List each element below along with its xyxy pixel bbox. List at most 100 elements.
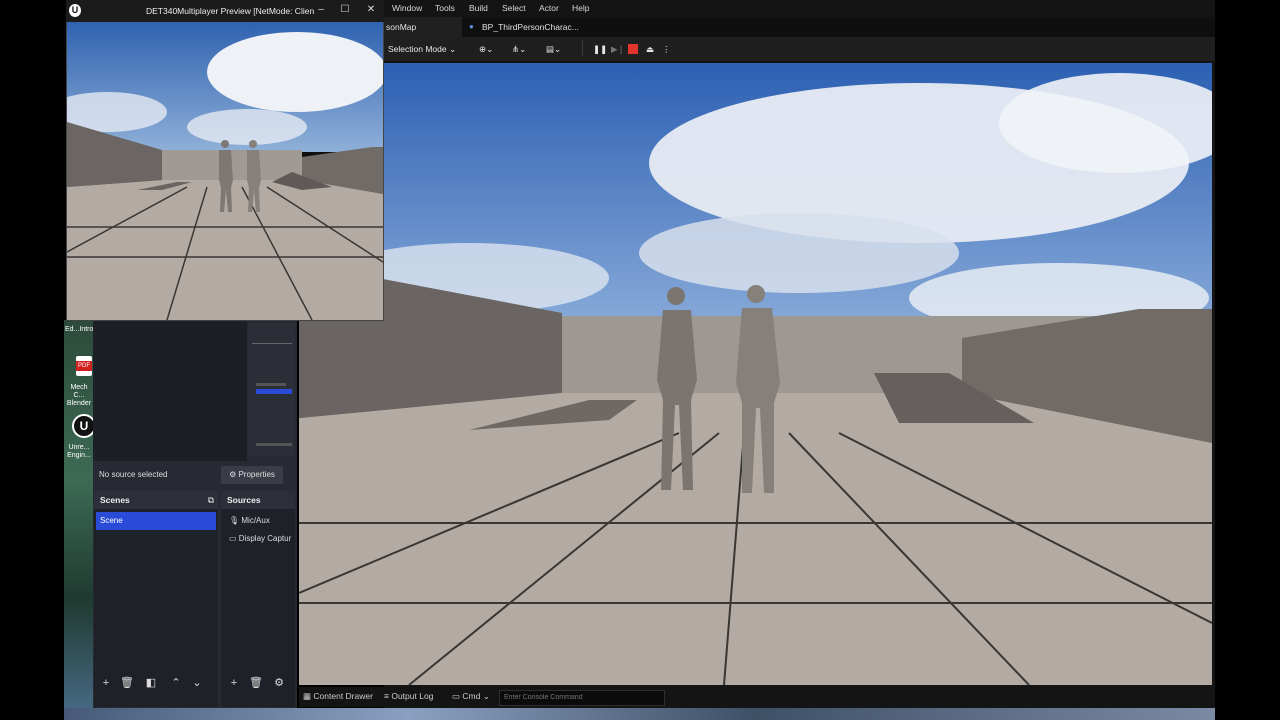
pause-icon: ❚❚ — [593, 44, 608, 54]
menu-build[interactable]: Build — [469, 3, 488, 13]
blueprint-menu-button[interactable]: ⋔⌄ — [512, 41, 536, 57]
source-label: Display Captur — [238, 534, 292, 543]
popout-icon[interactable]: ⧉ — [208, 491, 214, 509]
preview-window-title: DET340Multiplayer Preview [NetMode: Clie… — [146, 6, 315, 16]
scenes-title: Scenes — [100, 495, 130, 505]
output-log-icon: ≡ — [384, 691, 389, 701]
minimize-icon: – — [318, 4, 324, 15]
clapper-icon: ▤⌄ — [546, 44, 562, 54]
preview-viewport[interactable] — [67, 22, 383, 320]
more-options-button[interactable]: ⋮ — [662, 41, 671, 57]
content-drawer-icon: ▦ — [303, 691, 312, 701]
sources-header: Sources — [221, 491, 295, 509]
plus-icon: + — [102, 677, 110, 689]
console-command-input[interactable] — [499, 690, 665, 706]
trash-icon: 🗑 — [120, 677, 134, 689]
obs-preview-area[interactable] — [93, 321, 247, 461]
menu-window[interactable]: Window — [392, 3, 422, 13]
selection-mode-label: Selection Mode — [388, 44, 447, 54]
microphone-icon: 🎙 — [229, 516, 240, 525]
source-item[interactable]: 🎙 Mic/Aux — [221, 512, 295, 530]
pause-button[interactable]: ❚❚ — [593, 41, 608, 57]
desktop-wallpaper-strip — [64, 708, 1215, 720]
scenes-header: Scenes ⧉ — [94, 491, 218, 509]
chevron-up-icon: ⌃ — [171, 677, 181, 689]
gear-icon: ⚙ — [229, 470, 237, 479]
letterbox-right — [1215, 0, 1280, 720]
maximize-button[interactable]: ☐ — [338, 4, 352, 15]
scene-list-item[interactable]: Scene — [96, 512, 216, 530]
tab-label: BP_ThirdPersonCharac... — [482, 22, 579, 32]
menu-help[interactable]: Help — [572, 3, 589, 13]
filter-icon: ◧ — [145, 677, 157, 689]
add-source-button[interactable]: + — [227, 676, 241, 690]
thumb-line — [252, 343, 292, 344]
chevron-down-icon: ⌄ — [448, 44, 457, 54]
menu-actor[interactable]: Actor — [539, 3, 559, 13]
preview-game-view — [67, 22, 383, 320]
pdf-file-icon[interactable]: PDF — [76, 356, 92, 376]
sources-title: Sources — [227, 495, 261, 505]
terminal-icon: ▭ — [452, 691, 461, 701]
output-log-button[interactable]: ≡ Output Log — [384, 690, 433, 703]
stop-button[interactable] — [628, 44, 638, 54]
move-scene-up-button[interactable]: ⌃ — [169, 676, 183, 690]
minimize-button[interactable]: – — [314, 4, 328, 15]
source-label: Mic/Aux — [241, 516, 270, 525]
menu-select[interactable]: Select — [502, 3, 526, 13]
desktop-icon-label[interactable]: Ed...Intro — [65, 326, 93, 334]
pdf-label: PDF — [76, 361, 92, 371]
frame-skip-icon: ▶❘ — [611, 44, 625, 54]
remove-scene-button[interactable]: 🗑 — [120, 676, 134, 690]
chevron-down-icon: ⌄ — [482, 691, 490, 701]
thumb-line — [256, 443, 292, 446]
floor — [299, 393, 1212, 685]
maximize-icon: ☐ — [340, 4, 350, 15]
blueprint-icon: ● — [469, 22, 474, 31]
unreal-logo-icon: U — [69, 4, 81, 17]
source-item[interactable]: ▭ Display Captur — [221, 530, 295, 548]
level-toolbar — [384, 37, 1215, 62]
menu-tools[interactable]: Tools — [435, 3, 455, 13]
cmd-dropdown[interactable]: ▭ Cmd ⌄ — [452, 690, 490, 703]
cinematics-button[interactable]: ▤⌄ — [546, 41, 570, 57]
no-source-label: No source selected — [99, 470, 168, 479]
trash-icon: 🗑 — [249, 677, 263, 689]
selection-mode-dropdown[interactable]: Selection Mode ⌄ — [386, 41, 458, 57]
frame-skip-button[interactable]: ▶❘ — [611, 41, 625, 57]
content-drawer-label: Content Drawer — [313, 691, 373, 701]
more-vertical-icon: ⋮ — [662, 44, 671, 54]
sources-panel: Sources 🎙 Mic/Aux ▭ Display Captur — [221, 491, 295, 707]
remove-source-button[interactable]: 🗑 — [249, 676, 263, 690]
close-icon: ✕ — [366, 4, 376, 15]
monitor-icon: ▭ — [229, 534, 237, 543]
cmd-label: Cmd — [462, 691, 481, 701]
chevron-down-icon: ⌄ — [192, 677, 202, 689]
properties-button[interactable]: ⚙ Properties — [221, 466, 283, 484]
eject-icon: ⏏ — [645, 44, 655, 54]
properties-label: Properties — [238, 470, 275, 479]
move-scene-down-button[interactable]: ⌄ — [190, 676, 204, 690]
status-bar — [299, 687, 1215, 707]
tab-level-map[interactable]: sonMap — [384, 17, 462, 37]
game-view — [299, 63, 1212, 685]
add-actor-icon: ⊕⌄ — [479, 44, 494, 54]
scene-filters-button[interactable]: ◧ — [144, 676, 158, 690]
cloud — [187, 109, 307, 145]
thumb-line — [256, 383, 286, 386]
obs-preview-thumbnail — [248, 323, 295, 456]
gear-icon: ⚙ — [274, 677, 284, 689]
close-button[interactable]: ✕ — [364, 4, 378, 15]
level-viewport[interactable] — [299, 63, 1212, 685]
toolbar-divider — [582, 40, 583, 56]
add-actor-button[interactable]: ⊕⌄ — [479, 41, 503, 57]
content-drawer-button[interactable]: ▦ Content Drawer — [303, 690, 373, 703]
source-properties-button[interactable]: ⚙ — [272, 676, 286, 690]
tab-blueprint[interactable]: ● BP_ThirdPersonCharac... — [466, 17, 598, 37]
add-scene-button[interactable]: + — [99, 676, 113, 690]
eject-button[interactable]: ⏏ — [644, 41, 656, 57]
desktop-background — [64, 320, 94, 720]
desktop-icon-label[interactable]: Mech C... Blender — [66, 384, 92, 408]
letterbox-left — [0, 0, 64, 720]
desktop-icon-label[interactable]: Unre... Engin... — [66, 444, 92, 460]
